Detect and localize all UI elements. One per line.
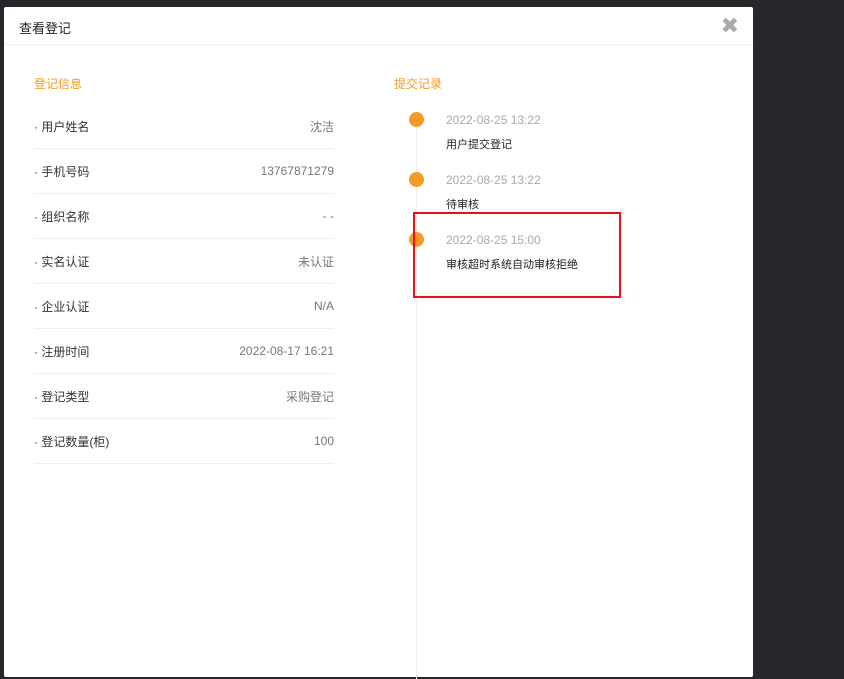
info-label: · 组织名称 bbox=[34, 209, 90, 224]
info-row: · 登记数量(柜) 100 bbox=[34, 419, 334, 464]
info-value: - - bbox=[322, 209, 334, 223]
info-row: · 注册时间 2022-08-17 16:21 bbox=[34, 329, 334, 374]
info-value: 2022-08-17 16:21 bbox=[239, 344, 334, 358]
info-value: 未认证 bbox=[297, 254, 334, 269]
info-list: · 用户姓名 沈洁 · 手机号码 13767871279 · 组织名称 - - · 实… bbox=[34, 104, 334, 464]
info-row: · 企业认证 N/A bbox=[34, 284, 334, 329]
info-row: · 手机号码 13767871279 bbox=[34, 149, 334, 194]
close-icon[interactable]: ✖ bbox=[721, 13, 739, 39]
highlight-box bbox=[413, 212, 621, 298]
info-label: · 用户姓名 bbox=[34, 119, 90, 134]
timeline-dot-icon bbox=[409, 112, 424, 127]
info-row: · 组织名称 - - bbox=[34, 194, 334, 239]
dialog-header: 查看登记 ✖ bbox=[4, 7, 753, 45]
info-label: · 注册时间 bbox=[34, 344, 90, 359]
dialog-title: 查看登记 bbox=[19, 21, 72, 36]
info-value: 沈洁 bbox=[309, 119, 334, 134]
info-heading: 登记信息 bbox=[34, 77, 83, 91]
info-label: · 实名认证 bbox=[34, 254, 90, 269]
info-value: N/A bbox=[313, 299, 334, 313]
info-row: · 用户姓名 沈洁 bbox=[34, 104, 334, 149]
info-label: · 手机号码 bbox=[34, 164, 90, 179]
record-time: 2022-08-25 13:22 bbox=[446, 173, 541, 187]
info-row: · 实名认证 未认证 bbox=[34, 239, 334, 284]
record-desc: 用户提交登记 bbox=[446, 139, 512, 151]
info-label: · 登记数量(柜) bbox=[34, 434, 110, 449]
info-value: 采购登记 bbox=[285, 389, 334, 404]
info-value: 100 bbox=[313, 434, 334, 448]
record-time: 2022-08-25 13:22 bbox=[446, 113, 541, 127]
view-registration-dialog: 查看登记 ✖ 登记信息 · 用户姓名 沈洁 · 手机号码 13767871279 ·… bbox=[4, 7, 753, 679]
timeline-dot-icon bbox=[409, 172, 424, 187]
records-heading: 提交记录 bbox=[394, 77, 443, 91]
timeline-line bbox=[416, 119, 417, 679]
info-row: · 登记类型 采购登记 bbox=[34, 374, 334, 419]
info-value: 13767871279 bbox=[260, 164, 334, 178]
record-desc: 待审核 bbox=[446, 199, 479, 211]
info-label: · 登记类型 bbox=[34, 389, 90, 404]
info-label: · 企业认证 bbox=[34, 299, 90, 314]
